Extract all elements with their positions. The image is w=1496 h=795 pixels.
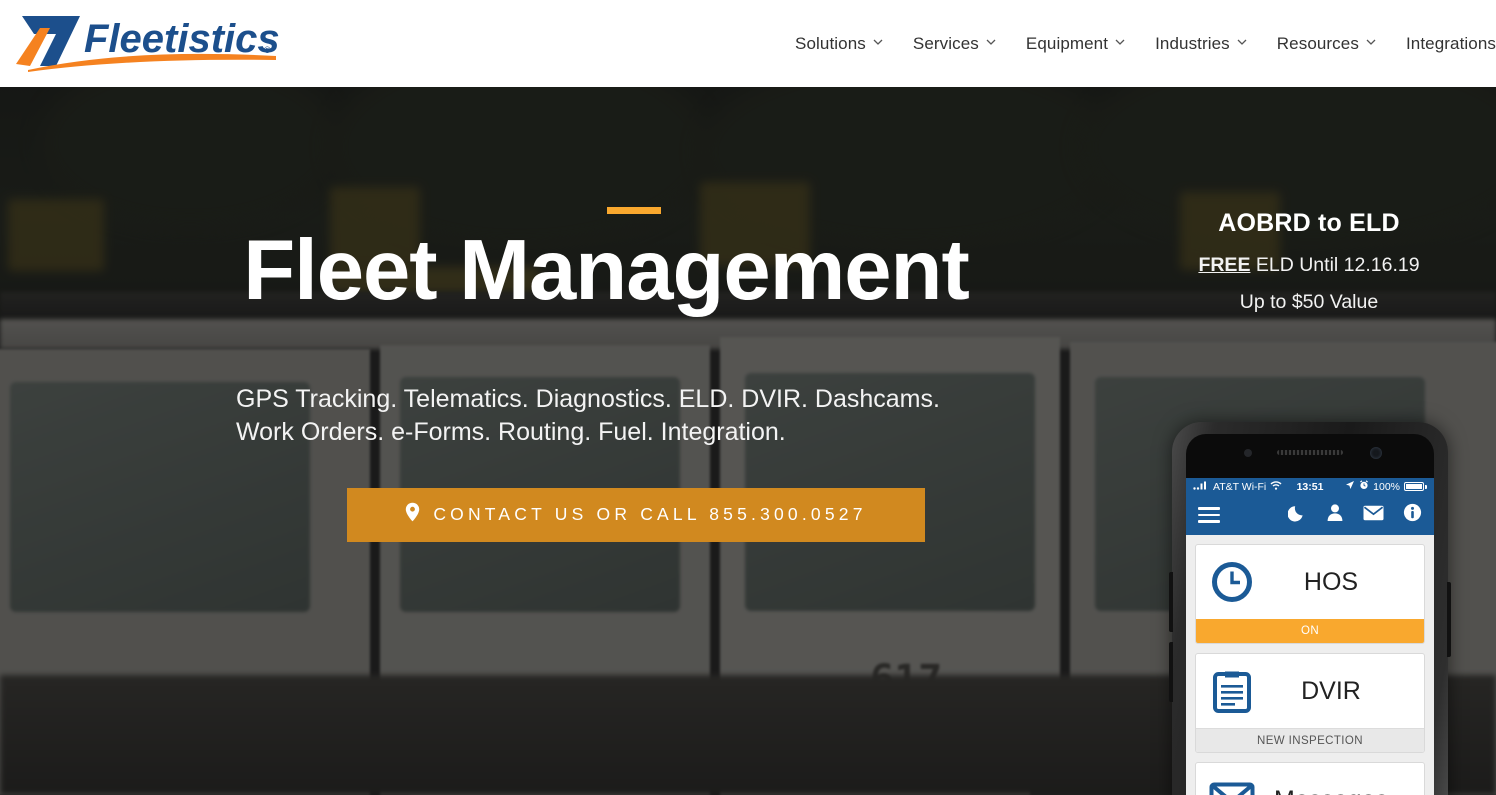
phone-power-button[interactable]	[1447, 582, 1451, 657]
phone-app-bar	[1186, 495, 1434, 535]
wifi-icon	[1270, 480, 1282, 493]
moon-icon[interactable]	[1287, 503, 1307, 527]
nav-item-label: Solutions	[795, 33, 866, 53]
hos-card-status: ON	[1196, 619, 1424, 643]
info-icon[interactable]	[1403, 503, 1422, 527]
phone-volume-button[interactable]	[1169, 572, 1173, 632]
user-icon[interactable]	[1326, 503, 1344, 527]
nav-item-label: Integrations	[1405, 33, 1496, 53]
dvir-card-title: DVIR	[1301, 676, 1361, 705]
map-pin-icon	[405, 502, 420, 527]
hos-card[interactable]: HOS ON	[1195, 544, 1425, 644]
nav-item-label: Services	[912, 33, 979, 53]
hos-card-title: HOS	[1303, 567, 1359, 596]
envelope-icon[interactable]	[1363, 505, 1384, 526]
logo-tagline: Measure. Lead. Succeed.	[162, 59, 280, 71]
nav-item-label: Equipment	[1025, 33, 1109, 53]
promo-value-line: Up to $50 Value	[1239, 291, 1379, 313]
messages-card-title: Messages	[1260, 786, 1416, 795]
front-camera-icon	[1370, 447, 1382, 459]
signal-bars-icon	[1193, 481, 1209, 493]
fleetistics-logo[interactable]: Fleetistics ® Measure. Lead. Succeed.	[10, 8, 287, 74]
earpiece-speaker-icon	[1277, 450, 1343, 455]
page-title: Fleet Management	[243, 223, 970, 318]
phone-mockup: AT&T Wi-Fi 13:51 100% HOS ON DVIR NEW IN…	[1169, 422, 1451, 795]
nav-item-industries[interactable]: Industries	[1140, 34, 1262, 54]
nav-item-solutions[interactable]: Solutions	[780, 34, 898, 54]
envelope-icon	[1204, 782, 1260, 795]
clock-icon	[1204, 561, 1260, 603]
contact-us-button[interactable]: CONTACT US OR CALL 855.300.0527	[347, 487, 925, 542]
location-arrow-icon	[1345, 480, 1355, 493]
chevron-down-icon	[1366, 37, 1376, 47]
nav-item-label: Industries	[1155, 33, 1230, 53]
clipboard-icon	[1204, 669, 1260, 713]
messages-card[interactable]: Messages NO UNREAD	[1195, 762, 1425, 795]
dvir-card[interactable]: DVIR NEW INSPECTION	[1195, 653, 1425, 753]
phone-bezel-top	[1186, 434, 1434, 478]
nav-item-label: Resources	[1276, 33, 1359, 53]
logo-registered-mark: ®	[264, 45, 271, 55]
battery-percent-label: 100%	[1373, 480, 1400, 493]
nav-item-resources[interactable]: Resources	[1262, 34, 1391, 54]
hero-section: 617 ISUZU Fleet Management GPS Tracking.…	[0, 87, 1496, 795]
chevron-down-icon	[1115, 37, 1125, 47]
nav-item-services[interactable]: Services	[898, 34, 1011, 54]
site-header: Fleetistics ® Measure. Lead. Succeed. So…	[0, 0, 1496, 87]
main-navigation: Solutions Services Equipment Industries	[780, 0, 1496, 87]
dvir-card-status: NEW INSPECTION	[1196, 728, 1424, 752]
promo-heading: AOBRD to ELD	[1218, 209, 1400, 237]
phone-status-bar: AT&T Wi-Fi 13:51 100%	[1186, 478, 1434, 495]
nav-item-equipment[interactable]: Equipment	[1011, 34, 1140, 54]
promo-free-label: FREE	[1198, 254, 1251, 276]
hero-subtitle-line-1: GPS Tracking. Telematics. Diagnostics. E…	[236, 384, 940, 413]
hero-subtitle-line-2: Work Orders. e-Forms. Routing. Fuel. Int…	[236, 417, 786, 446]
battery-full-icon	[1404, 482, 1427, 491]
nav-item-integrations[interactable]: Integrations	[1391, 34, 1496, 54]
phone-volume-down-button[interactable]	[1169, 642, 1173, 702]
chevron-down-icon	[873, 37, 883, 47]
hero-subtitle: GPS Tracking. Telematics. Diagnostics. E…	[236, 383, 1036, 449]
phone-app-content: HOS ON DVIR NEW INSPECTION	[1186, 535, 1434, 795]
promo-offer-line: FREE ELD Until 12.16.19	[1156, 254, 1462, 277]
carrier-label: AT&T Wi-Fi	[1213, 480, 1267, 493]
hamburger-menu-icon[interactable]	[1198, 503, 1220, 527]
status-bar-time: 13:51	[1296, 480, 1324, 493]
contact-us-button-label: CONTACT US OR CALL 855.300.0527	[433, 504, 867, 525]
promo-offer-rest: ELD Until 12.16.19	[1250, 254, 1420, 276]
phone-screen: AT&T Wi-Fi 13:51 100% HOS ON DVIR NEW IN…	[1186, 434, 1434, 795]
promo-block: AOBRD to ELD FREE ELD Until 12.16.19 Up …	[1156, 209, 1462, 314]
chevron-down-icon	[1237, 37, 1247, 47]
alarm-clock-icon	[1359, 480, 1369, 493]
proximity-sensor-icon	[1244, 449, 1252, 457]
hero-content: Fleet Management GPS Tracking. Telematic…	[236, 207, 1036, 542]
chevron-down-icon	[986, 37, 996, 47]
hero-accent-bar	[607, 207, 661, 214]
